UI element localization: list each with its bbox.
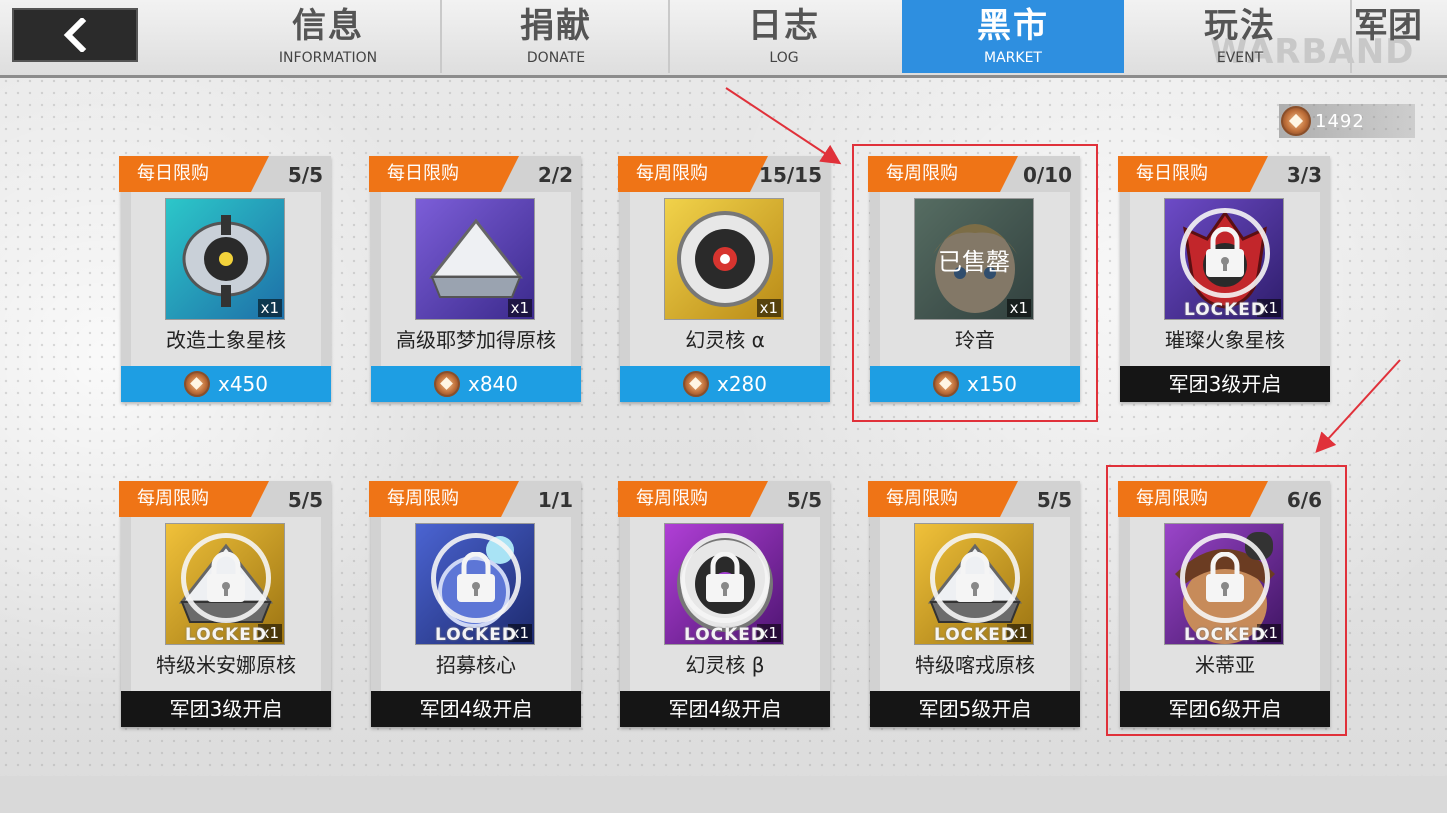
stock-count: 1/1 bbox=[537, 488, 573, 512]
currency-display: 1492 bbox=[1279, 104, 1415, 138]
tab-divider bbox=[668, 0, 670, 73]
stock-count: 2/2 bbox=[537, 163, 573, 187]
coin-icon bbox=[433, 371, 460, 397]
tab-sublabel: EVENT bbox=[1216, 50, 1264, 66]
tab-label: 日志 bbox=[748, 6, 820, 46]
item-quantity: x1 bbox=[257, 299, 282, 317]
stock-count: 5/5 bbox=[786, 488, 822, 512]
item-name: 幻灵核 β bbox=[685, 653, 765, 677]
shop-item-card[interactable]: 每周限购 15/15 x1 幻灵核 α x280 bbox=[618, 156, 830, 402]
star-core-icon: x1 bbox=[165, 198, 285, 320]
limit-tag: 每日限购 bbox=[369, 156, 519, 192]
phantom-core-icon: x1 bbox=[664, 198, 784, 320]
limit-tag: 每日限购 bbox=[119, 156, 269, 192]
back-button[interactable] bbox=[12, 8, 138, 62]
unlock-requirement: 军团3级开启 bbox=[121, 691, 331, 727]
annotation-box bbox=[852, 144, 1098, 422]
lock-icon bbox=[680, 533, 770, 623]
annotation-box bbox=[1106, 465, 1347, 736]
shop-item-card[interactable]: 每日限购 5/5 x1 改造土象星核 x450 bbox=[119, 156, 331, 402]
locked-label: LOCKED bbox=[434, 625, 518, 645]
unlock-requirement: 军团4级开启 bbox=[620, 691, 830, 727]
tab-information[interactable]: 信息 INFORMATION bbox=[218, 0, 438, 73]
price-value: x840 bbox=[467, 372, 518, 396]
item-name: 特级喀戎原核 bbox=[915, 653, 1035, 677]
limit-tag: 每周限购 bbox=[119, 481, 269, 517]
item-name: 改造土象星核 bbox=[166, 328, 286, 352]
tab-sublabel: DONATE bbox=[526, 50, 586, 66]
tab-sublabel: INFORMATION bbox=[278, 50, 378, 66]
limit-tag: 每周限购 bbox=[369, 481, 519, 517]
chevron-left-icon bbox=[63, 18, 87, 52]
shop-item-card[interactable]: 每周限购 5/5 x1 特级米安娜原核 LOCKED 军团3级开启 bbox=[119, 481, 331, 727]
tab-warband[interactable]: 军团 bbox=[1352, 0, 1447, 73]
top-nav-bar: WARBAND 信息 INFORMATION 捐献 DONATE 日志 LOG … bbox=[0, 0, 1447, 78]
locked-label: LOCKED bbox=[933, 625, 1017, 645]
locked-label: LOCKED bbox=[184, 625, 268, 645]
coin-icon bbox=[183, 371, 210, 397]
item-quantity: x1 bbox=[756, 299, 781, 317]
limit-tag: 每周限购 bbox=[618, 481, 768, 517]
item-name: 特级米安娜原核 bbox=[156, 653, 296, 677]
unlock-requirement: 军团4级开启 bbox=[371, 691, 581, 727]
limit-tag: 每周限购 bbox=[868, 481, 1018, 517]
item-quantity: x1 bbox=[507, 299, 532, 317]
lock-icon bbox=[181, 533, 271, 623]
lock-icon bbox=[1180, 208, 1270, 298]
tab-divider bbox=[440, 0, 442, 73]
item-name: 幻灵核 α bbox=[685, 328, 765, 352]
item-name: 璀璨火象星核 bbox=[1165, 328, 1285, 352]
tab-market[interactable]: 黑市 MARKET bbox=[902, 0, 1124, 73]
core-icon: x1 bbox=[415, 198, 535, 320]
stock-count: 15/15 bbox=[759, 163, 822, 187]
stock-count: 5/5 bbox=[287, 488, 323, 512]
tab-log[interactable]: 日志 LOG bbox=[674, 0, 894, 73]
unlock-requirement: 军团5级开启 bbox=[870, 691, 1080, 727]
locked-label: LOCKED bbox=[683, 625, 767, 645]
tab-label: 捐献 bbox=[520, 6, 592, 46]
tab-label: 玩法 bbox=[1204, 6, 1276, 46]
shop-item-card[interactable]: 每周限购 1/1 x1 招募核心 LOCKED 军团4级开启 bbox=[369, 481, 581, 727]
item-name: 高级耶梦加得原核 bbox=[396, 328, 556, 352]
bottom-band bbox=[0, 776, 1447, 813]
currency-value: 1492 bbox=[1315, 110, 1365, 132]
item-name: 招募核心 bbox=[436, 653, 516, 677]
tab-label: 军团 bbox=[1354, 6, 1422, 46]
buy-button[interactable]: x840 bbox=[371, 366, 581, 402]
tab-donate[interactable]: 捐献 DONATE bbox=[446, 0, 666, 73]
shop-item-card[interactable]: 每周限购 5/5 x1 特级喀戎原核 LOCKED 军团5级开启 bbox=[868, 481, 1080, 727]
price-value: x450 bbox=[217, 372, 268, 396]
tab-sublabel: MARKET bbox=[984, 50, 1042, 66]
coin-icon bbox=[1281, 106, 1311, 136]
stock-count: 3/3 bbox=[1286, 163, 1322, 187]
stock-count: 5/5 bbox=[287, 163, 323, 187]
price-value: x280 bbox=[716, 372, 767, 396]
shop-item-card[interactable]: 每周限购 5/5 x1 幻灵核 β LOCKED 军团4级开启 bbox=[618, 481, 830, 727]
lock-icon bbox=[930, 533, 1020, 623]
limit-tag: 每周限购 bbox=[618, 156, 768, 192]
buy-button[interactable]: x450 bbox=[121, 366, 331, 402]
lock-icon bbox=[431, 533, 521, 623]
buy-button[interactable]: x280 bbox=[620, 366, 830, 402]
coin-icon bbox=[682, 371, 709, 397]
unlock-requirement: 军团3级开启 bbox=[1120, 366, 1330, 402]
stock-count: 5/5 bbox=[1036, 488, 1072, 512]
tab-label: 黑市 bbox=[977, 6, 1049, 46]
tab-event[interactable]: 玩法 EVENT bbox=[1130, 0, 1350, 73]
shop-item-card[interactable]: 每日限购 3/3 x1 璀璨火象星核 LOCKED 军团3级开启 bbox=[1118, 156, 1330, 402]
tab-label: 信息 bbox=[292, 6, 364, 46]
shop-item-card[interactable]: 每日限购 2/2 x1 高级耶梦加得原核 x840 bbox=[369, 156, 581, 402]
limit-tag: 每日限购 bbox=[1118, 156, 1268, 192]
locked-label: LOCKED bbox=[1183, 300, 1267, 320]
tab-sublabel: LOG bbox=[769, 50, 799, 66]
